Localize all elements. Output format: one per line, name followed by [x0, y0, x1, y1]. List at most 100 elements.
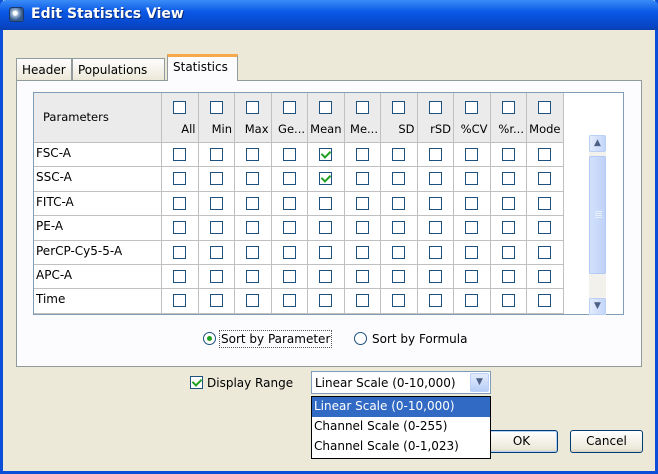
- display-range-checkbox[interactable]: Display Range: [190, 376, 293, 390]
- column-select-checkbox[interactable]: [319, 101, 333, 114]
- checkbox[interactable]: [246, 148, 260, 161]
- chevron-down-icon[interactable]: ▼: [470, 373, 489, 392]
- checkbox[interactable]: [209, 270, 223, 283]
- sort-by-parameter-radio[interactable]: Sort by Parameter: [203, 330, 333, 348]
- checkbox[interactable]: [501, 245, 515, 259]
- checkbox[interactable]: [246, 172, 260, 186]
- checkbox[interactable]: [355, 221, 369, 235]
- checkbox[interactable]: [282, 196, 296, 210]
- checkbox[interactable]: [319, 196, 333, 210]
- checkbox[interactable]: [319, 294, 333, 308]
- checkbox[interactable]: [246, 270, 260, 283]
- scrollbar-thumb[interactable]: [589, 156, 606, 274]
- column-header[interactable]: %r...: [490, 93, 527, 143]
- dropdown-option[interactable]: Channel Scale (0-255): [312, 417, 490, 437]
- checkbox[interactable]: [465, 221, 479, 235]
- column-header[interactable]: Mode: [527, 93, 564, 143]
- checkbox[interactable]: [282, 172, 296, 186]
- checkbox[interactable]: [428, 270, 442, 283]
- checkbox[interactable]: [501, 196, 515, 210]
- checkbox[interactable]: [538, 148, 552, 161]
- checkbox[interactable]: [282, 270, 296, 283]
- checkbox[interactable]: [538, 294, 552, 308]
- column-header[interactable]: rSD: [417, 93, 454, 143]
- checkbox[interactable]: [392, 148, 406, 161]
- column-select-checkbox[interactable]: [282, 101, 296, 114]
- checkbox[interactable]: [501, 148, 515, 161]
- checkbox[interactable]: [173, 196, 187, 210]
- checkbox[interactable]: [246, 196, 260, 210]
- checkbox[interactable]: [173, 245, 187, 259]
- checkbox[interactable]: [355, 172, 369, 186]
- checkbox[interactable]: [538, 221, 552, 235]
- checkbox[interactable]: [501, 294, 515, 308]
- checkbox[interactable]: [209, 172, 223, 186]
- checked-checkbox[interactable]: [319, 148, 333, 161]
- checkbox[interactable]: [465, 245, 479, 259]
- column-header[interactable]: All: [162, 93, 199, 143]
- checkbox[interactable]: [173, 294, 187, 308]
- checkbox[interactable]: [319, 245, 333, 259]
- checkbox[interactable]: [282, 245, 296, 259]
- grid-vertical-scrollbar[interactable]: ▲ ▼: [589, 135, 606, 315]
- checkbox[interactable]: [428, 245, 442, 259]
- checkbox[interactable]: [465, 294, 479, 308]
- checkbox[interactable]: [538, 245, 552, 259]
- cancel-button[interactable]: Cancel: [570, 430, 643, 453]
- checkbox[interactable]: [392, 221, 406, 235]
- checkbox[interactable]: [209, 196, 223, 210]
- column-select-checkbox[interactable]: [501, 101, 515, 114]
- dropdown-option[interactable]: Linear Scale (0-10,000): [312, 397, 490, 417]
- chevron-down-icon[interactable]: ▼: [589, 298, 606, 315]
- column-select-checkbox[interactable]: [246, 101, 260, 114]
- checkbox[interactable]: [209, 245, 223, 259]
- column-select-checkbox[interactable]: [428, 101, 442, 114]
- title-bar[interactable]: Edit Statistics View: [0, 0, 658, 30]
- chevron-up-icon[interactable]: ▲: [589, 135, 606, 152]
- column-select-checkbox[interactable]: [538, 101, 552, 114]
- checkbox[interactable]: [428, 196, 442, 210]
- checkbox[interactable]: [465, 196, 479, 210]
- checkbox[interactable]: [428, 294, 442, 308]
- column-select-checkbox[interactable]: [209, 101, 223, 114]
- checkbox[interactable]: [392, 270, 406, 283]
- checkbox[interactable]: [246, 221, 260, 235]
- checkbox[interactable]: [173, 221, 187, 235]
- column-header[interactable]: SD: [381, 93, 418, 143]
- checkbox[interactable]: [538, 270, 552, 283]
- checkbox[interactable]: [319, 221, 333, 235]
- checkbox[interactable]: [392, 196, 406, 210]
- checkbox[interactable]: [465, 148, 479, 161]
- checkbox[interactable]: [246, 294, 260, 308]
- checkbox[interactable]: [392, 245, 406, 259]
- checkbox[interactable]: [355, 245, 369, 259]
- checkbox[interactable]: [173, 270, 187, 283]
- column-header[interactable]: Min: [198, 93, 235, 143]
- checkbox[interactable]: [501, 221, 515, 235]
- sort-by-formula-radio[interactable]: Sort by Formula: [354, 332, 467, 346]
- checkbox[interactable]: [501, 270, 515, 283]
- checkbox[interactable]: [392, 294, 406, 308]
- column-header[interactable]: Max: [235, 93, 272, 143]
- checkbox[interactable]: [209, 221, 223, 235]
- checkbox[interactable]: [246, 245, 260, 259]
- column-header[interactable]: Ge...: [271, 93, 308, 143]
- column-select-checkbox[interactable]: [392, 101, 406, 114]
- tab-populations[interactable]: Populations: [72, 58, 165, 80]
- checkbox[interactable]: [465, 270, 479, 283]
- column-header[interactable]: %CV: [454, 93, 491, 143]
- checkbox[interactable]: [428, 148, 442, 161]
- display-range-select[interactable]: Linear Scale (0-10,000) ▼: [311, 371, 491, 394]
- checkbox[interactable]: [282, 148, 296, 161]
- checked-checkbox[interactable]: [319, 172, 333, 186]
- checkbox[interactable]: [538, 172, 552, 186]
- column-header[interactable]: Mean: [308, 93, 345, 143]
- checkbox[interactable]: [209, 148, 223, 161]
- ok-button[interactable]: OK: [485, 430, 558, 453]
- checkbox[interactable]: [355, 148, 369, 161]
- checkbox[interactable]: [501, 172, 515, 186]
- checkbox[interactable]: [355, 270, 369, 283]
- column-select-checkbox[interactable]: [465, 101, 479, 114]
- checkbox[interactable]: [173, 172, 187, 186]
- checkbox[interactable]: [209, 294, 223, 308]
